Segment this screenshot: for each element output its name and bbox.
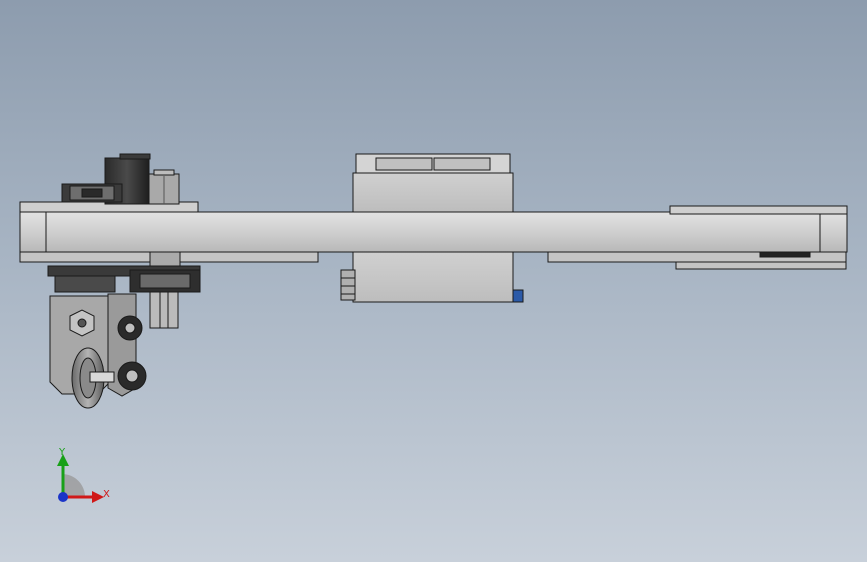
triad-z-axis <box>58 492 68 502</box>
triad-y-label: Y <box>58 447 66 458</box>
upper-pulley[interactable] <box>61 183 123 203</box>
triad-x-label: X <box>103 489 110 500</box>
coordinate-triad: Y X <box>57 447 110 503</box>
cad-model-view[interactable]: Y X <box>0 0 867 562</box>
cad-viewport[interactable]: Y X <box>0 0 867 562</box>
